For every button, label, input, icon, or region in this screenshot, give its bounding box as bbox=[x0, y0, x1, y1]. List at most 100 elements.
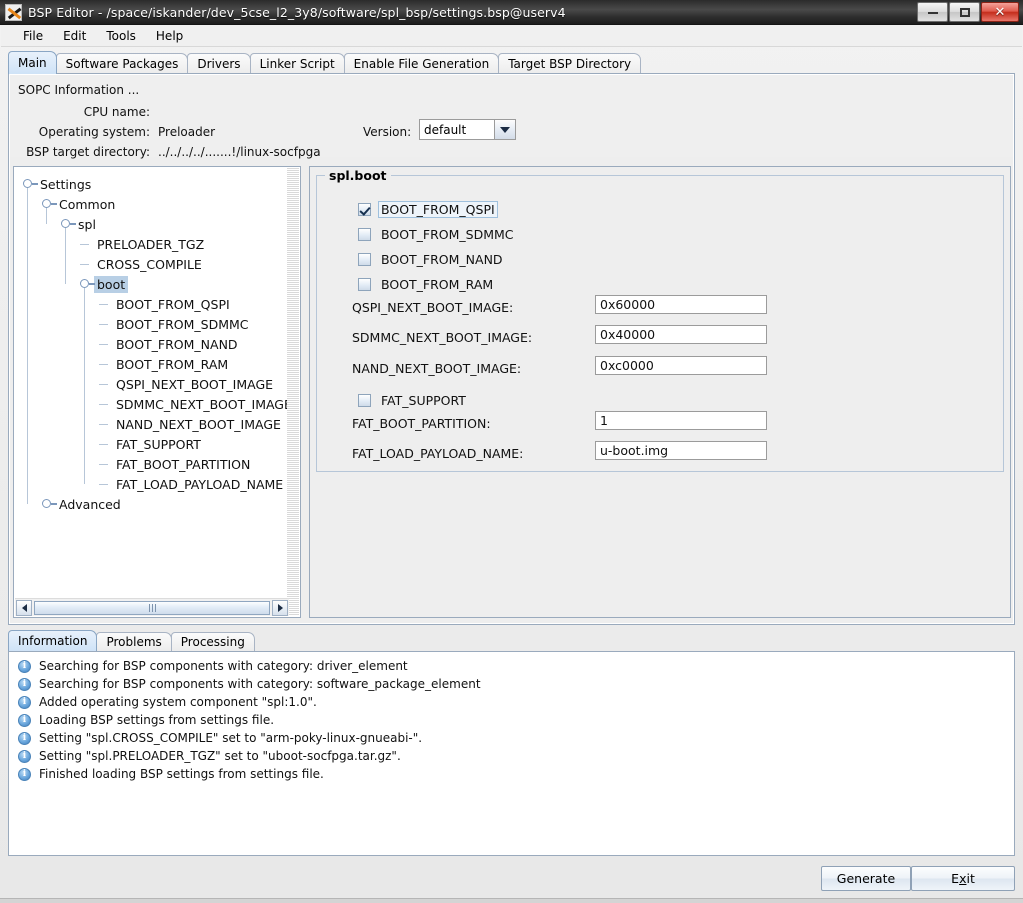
checkbox-boot-from-nand[interactable]: BOOT_FROM_NAND bbox=[358, 251, 506, 268]
input-nand-next-boot-image[interactable]: 0xc0000 bbox=[595, 356, 767, 375]
log-list: i Searching for BSP components with categ… bbox=[9, 652, 1014, 783]
input-sdmmc-next-boot-image[interactable]: 0x40000 bbox=[595, 325, 767, 344]
checkbox-box[interactable] bbox=[358, 394, 371, 407]
tree-branch-line bbox=[99, 344, 108, 345]
maximize-button[interactable] bbox=[949, 2, 980, 22]
scroll-right-button[interactable] bbox=[272, 599, 288, 616]
tree-node[interactable]: PRELOADER_TGZ bbox=[15, 234, 289, 254]
bsp-target-directory-value: ../../../../.......!/linux-socfpga bbox=[158, 145, 321, 159]
tree-node[interactable]: NAND_NEXT_BOOT_IMAGE bbox=[15, 414, 289, 434]
tree-expand-handle-icon[interactable] bbox=[42, 499, 57, 508]
tree-node[interactable]: boot bbox=[15, 274, 289, 294]
exit-button[interactable]: Ex it bbox=[911, 866, 1015, 891]
tab-software-packages[interactable]: Software Packages bbox=[55, 53, 189, 74]
log-line: i Finished loading BSP settings from sett… bbox=[9, 765, 1014, 783]
exit-label-post: it bbox=[966, 871, 975, 886]
tab-drivers[interactable]: Drivers bbox=[187, 53, 251, 74]
menu-help[interactable]: Help bbox=[146, 27, 193, 45]
tree-node-label: BOOT_FROM_RAM bbox=[116, 356, 229, 372]
bsp-target-directory-label: BSP target directory: bbox=[26, 145, 150, 159]
checkbox-box[interactable] bbox=[358, 228, 371, 241]
checkbox-fat-support[interactable]: FAT_SUPPORT bbox=[358, 392, 469, 409]
info-icon: i bbox=[18, 749, 31, 763]
checkbox-label: BOOT_FROM_RAM bbox=[381, 277, 494, 292]
tree-node-label: NAND_NEXT_BOOT_IMAGE bbox=[116, 416, 281, 432]
tab-target-bsp-directory[interactable]: Target BSP Directory bbox=[498, 53, 642, 74]
tree-branch-line bbox=[99, 364, 108, 365]
tree-node[interactable]: Settings bbox=[15, 174, 289, 194]
input-fat-load-payload-name[interactable]: u-boot.img bbox=[595, 441, 767, 460]
tree-node[interactable]: Advanced bbox=[15, 494, 289, 514]
input-fat-boot-partition[interactable]: 1 bbox=[595, 411, 767, 430]
tree-node[interactable]: SDMMC_NEXT_BOOT_IMAGE bbox=[15, 394, 289, 414]
tree-horizontal-scrollbar[interactable] bbox=[15, 598, 289, 616]
version-combo[interactable]: default bbox=[419, 119, 516, 140]
tree-node[interactable]: BOOT_FROM_RAM bbox=[15, 354, 289, 374]
log-line: i Setting "spl.CROSS_COMPILE" set to "arm… bbox=[9, 729, 1014, 747]
minimize-icon bbox=[927, 11, 938, 14]
tree-expand-handle-icon[interactable] bbox=[80, 279, 95, 288]
chevron-down-icon[interactable] bbox=[494, 120, 515, 139]
bsp-editor-window: BSP Editor - /space/iskander/dev_5cse_l2… bbox=[0, 0, 1023, 903]
info-icon: i bbox=[18, 713, 31, 727]
tab-problems[interactable]: Problems bbox=[96, 632, 172, 651]
tab-main[interactable]: Main bbox=[8, 51, 57, 74]
log-line: i Searching for BSP components with categ… bbox=[9, 675, 1014, 693]
tree-node[interactable]: FAT_BOOT_PARTITION bbox=[15, 454, 289, 474]
checkbox-boot-from-sdmmc[interactable]: BOOT_FROM_SDMMC bbox=[358, 226, 517, 243]
checkbox-box[interactable] bbox=[358, 203, 371, 216]
log-line-text: Setting "spl.PRELOADER_TGZ" set to "uboo… bbox=[39, 749, 401, 763]
menu-tools[interactable]: Tools bbox=[96, 27, 146, 45]
tree-node[interactable]: BOOT_FROM_QSPI bbox=[15, 294, 289, 314]
tree-node-label: FAT_LOAD_PAYLOAD_NAME bbox=[116, 476, 284, 492]
window-controls: ✕ bbox=[916, 2, 1019, 22]
tree-node[interactable]: BOOT_FROM_NAND bbox=[15, 334, 289, 354]
checkbox-boot-from-ram[interactable]: BOOT_FROM_RAM bbox=[358, 276, 496, 293]
tree-node-label: BOOT_FROM_SDMMC bbox=[116, 316, 249, 332]
tree-node[interactable]: Common bbox=[15, 194, 289, 214]
tree-node[interactable]: FAT_LOAD_PAYLOAD_NAME bbox=[15, 474, 289, 494]
setting-detail-panel: spl.boot BOOT_FROM_QSPI BOOT_FROM_SDMMC … bbox=[309, 166, 1011, 618]
scrollbar-thumb[interactable] bbox=[34, 600, 270, 615]
tree-node[interactable]: FAT_SUPPORT bbox=[15, 434, 289, 454]
label-qspi-next-boot-image: QSPI_NEXT_BOOT_IMAGE: bbox=[352, 300, 514, 315]
tree-expand-handle-icon[interactable] bbox=[23, 179, 38, 188]
tree-node-label: PRELOADER_TGZ bbox=[97, 236, 205, 252]
input-qspi-next-boot-image[interactable]: 0x60000 bbox=[595, 295, 767, 314]
log-panel[interactable]: i Searching for BSP components with categ… bbox=[8, 651, 1015, 856]
sopc-information-heading[interactable]: SOPC Information ... bbox=[18, 83, 139, 97]
log-line-text: Added operating system component "spl:1.… bbox=[39, 695, 317, 709]
log-line: i Setting "spl.PRELOADER_TGZ" set to "ubo… bbox=[9, 747, 1014, 765]
tree-expand-handle-icon[interactable] bbox=[42, 199, 57, 208]
tree-node[interactable]: spl bbox=[15, 214, 289, 234]
checkbox-box[interactable] bbox=[358, 278, 371, 291]
tree-node[interactable]: BOOT_FROM_SDMMC bbox=[15, 314, 289, 334]
tree-branch-line bbox=[99, 484, 108, 485]
tree-node-label: Settings bbox=[40, 176, 92, 192]
cpu-name-label: CPU name: bbox=[83, 105, 150, 119]
tree-node[interactable]: CROSS_COMPILE bbox=[15, 254, 289, 274]
checkbox-boot-from-qspi[interactable]: BOOT_FROM_QSPI bbox=[358, 201, 498, 218]
menu-file[interactable]: File bbox=[13, 27, 53, 45]
tab-processing[interactable]: Processing bbox=[170, 632, 255, 651]
tab-information[interactable]: Information bbox=[8, 630, 98, 651]
settings-tree-panel: Settings Common spl PRELOADER_TGZ CROSS_COMP… bbox=[13, 166, 301, 618]
minimize-button[interactable] bbox=[917, 2, 948, 22]
tree-branch-line bbox=[99, 384, 108, 385]
tab-enable-file-generation[interactable]: Enable File Generation bbox=[343, 53, 500, 74]
window-bottom-edge bbox=[0, 898, 1023, 903]
tree-expand-handle-icon[interactable] bbox=[61, 219, 76, 228]
tree-connector-line bbox=[27, 188, 28, 504]
checkbox-label: BOOT_FROM_NAND bbox=[381, 252, 503, 267]
tree-branch-line bbox=[99, 444, 108, 445]
tree-vertical-scrollbar[interactable] bbox=[287, 168, 299, 616]
close-button[interactable]: ✕ bbox=[981, 2, 1019, 22]
tree-node[interactable]: QSPI_NEXT_BOOT_IMAGE bbox=[15, 374, 289, 394]
tab-linker-script[interactable]: Linker Script bbox=[249, 53, 345, 74]
grip-icon bbox=[148, 603, 156, 612]
generate-button[interactable]: Generate bbox=[821, 866, 911, 891]
checkbox-label: FAT_SUPPORT bbox=[381, 393, 466, 408]
menu-edit[interactable]: Edit bbox=[53, 27, 96, 45]
checkbox-box[interactable] bbox=[358, 253, 371, 266]
scroll-left-button[interactable] bbox=[16, 599, 32, 616]
